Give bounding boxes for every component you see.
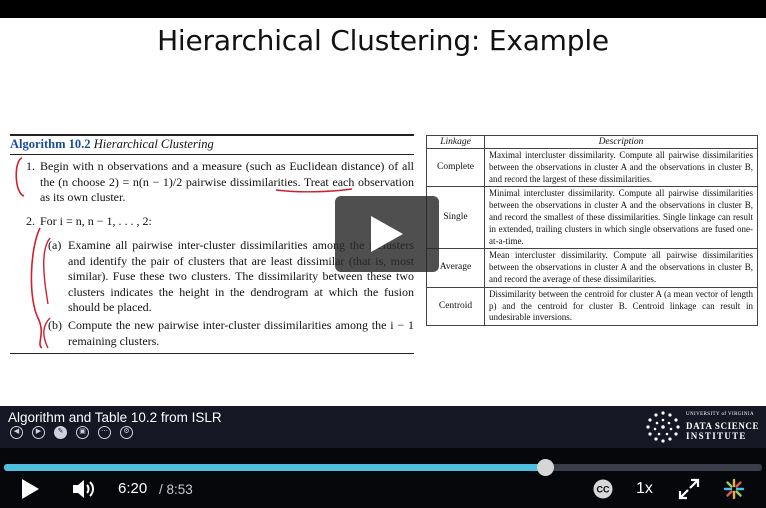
progress-scrubber[interactable] [537, 459, 555, 476]
fullscreen-button[interactable] [678, 478, 700, 505]
linkage-name: Complete [426, 147, 485, 188]
linkage-description: Mean intercluster dissimilarity. Compute… [484, 248, 758, 288]
algorithm-number: Algorithm 10.2 [10, 137, 91, 151]
header-linkage: Linkage [426, 135, 485, 149]
video-info-bar: Algorithm and Table 10.2 from ISLR ◀ ▶ ✎… [0, 406, 766, 448]
closed-captions-icon: CC [593, 479, 613, 499]
substep-a-label: (a) [48, 238, 62, 252]
linkage-table-header: Linkage Description [426, 135, 758, 149]
fullscreen-icon [678, 478, 700, 500]
algorithm-bottom-rule [10, 353, 414, 354]
table-row: Centroid Dissimilarity between the centr… [426, 286, 758, 327]
uva-data-science-logo: UNIVERSITY of VIRGINIA DATA SCIENCE INST… [644, 409, 760, 445]
header-description: Description [484, 135, 758, 149]
table-row: Average Mean intercluster dissimilarity.… [426, 248, 758, 288]
progress-bar[interactable] [4, 459, 762, 476]
table-row: Complete Maximal intercluster dissimilar… [426, 147, 758, 188]
linkage-name: Centroid [426, 286, 485, 327]
step2-number: 2. [26, 214, 35, 228]
volume-icon [73, 480, 94, 498]
linkage-table: Linkage Description Complete Maximal int… [426, 135, 758, 327]
algorithm-mid-rule [10, 154, 414, 155]
substep-b-label: (b) [48, 318, 62, 332]
pen-icon[interactable]: ✎ [54, 426, 67, 439]
logo-data-science: DATA SCIENCE [686, 421, 760, 431]
big-play-button[interactable] [335, 196, 439, 272]
slides-icon[interactable]: ▣ [76, 426, 89, 439]
volume-button[interactable] [72, 478, 96, 505]
slide-title: Hierarchical Clustering: Example [157, 24, 609, 57]
play-button[interactable] [20, 478, 40, 505]
video-frame[interactable]: Hierarchical Clustering: Example Algorit… [0, 18, 766, 406]
dots-logo-icon [646, 411, 680, 443]
logo-institute: INSTITUTE [686, 431, 747, 441]
algorithm-top-rule [10, 134, 414, 136]
brand-asterisk-button[interactable] [723, 478, 745, 505]
play-icon [371, 216, 403, 252]
current-time: 6:20 [118, 480, 148, 497]
settings-icon[interactable]: ⚙ [120, 426, 133, 439]
logo-university: UNIVERSITY of VIRGINIA [686, 412, 754, 417]
algorithm-substep-b: Compute the new pairwise inter-cluster d… [68, 318, 414, 348]
linkage-description: Minimal intercluster dissimilarity. Comp… [484, 186, 758, 250]
brand-icon [723, 478, 745, 500]
playback-speed-button[interactable]: 1x [636, 480, 653, 498]
video-title: Algorithm and Table 10.2 from ISLR [8, 410, 222, 425]
previous-icon[interactable]: ◀ [10, 426, 23, 439]
table-row: Single Minimal intercluster dissimilarit… [426, 186, 758, 250]
algorithm-heading: Algorithm 10.2 Hierarchical Clustering [10, 137, 214, 153]
total-duration: / 8:53 [159, 482, 193, 497]
caption-toolbar: ◀ ▶ ✎ ▣ ⋯ ⚙ [10, 426, 133, 439]
next-icon[interactable]: ▶ [32, 426, 45, 439]
more-icon[interactable]: ⋯ [98, 426, 111, 439]
progress-played [4, 464, 546, 471]
svg-text:CC: CC [597, 485, 610, 495]
closed-captions-button[interactable]: CC [592, 479, 614, 504]
linkage-description: Dissimilarity between the centroid for c… [484, 286, 758, 327]
top-letterbox-bar [0, 0, 766, 18]
linkage-description: Maximal intercluster dissimilarity. Comp… [484, 147, 758, 188]
algorithm-name: Hierarchical Clustering [93, 137, 214, 151]
step1-number: 1. [26, 159, 35, 173]
play-icon [22, 479, 39, 499]
player-controls: 6:20 / 8:53 CC 1x [0, 448, 766, 508]
